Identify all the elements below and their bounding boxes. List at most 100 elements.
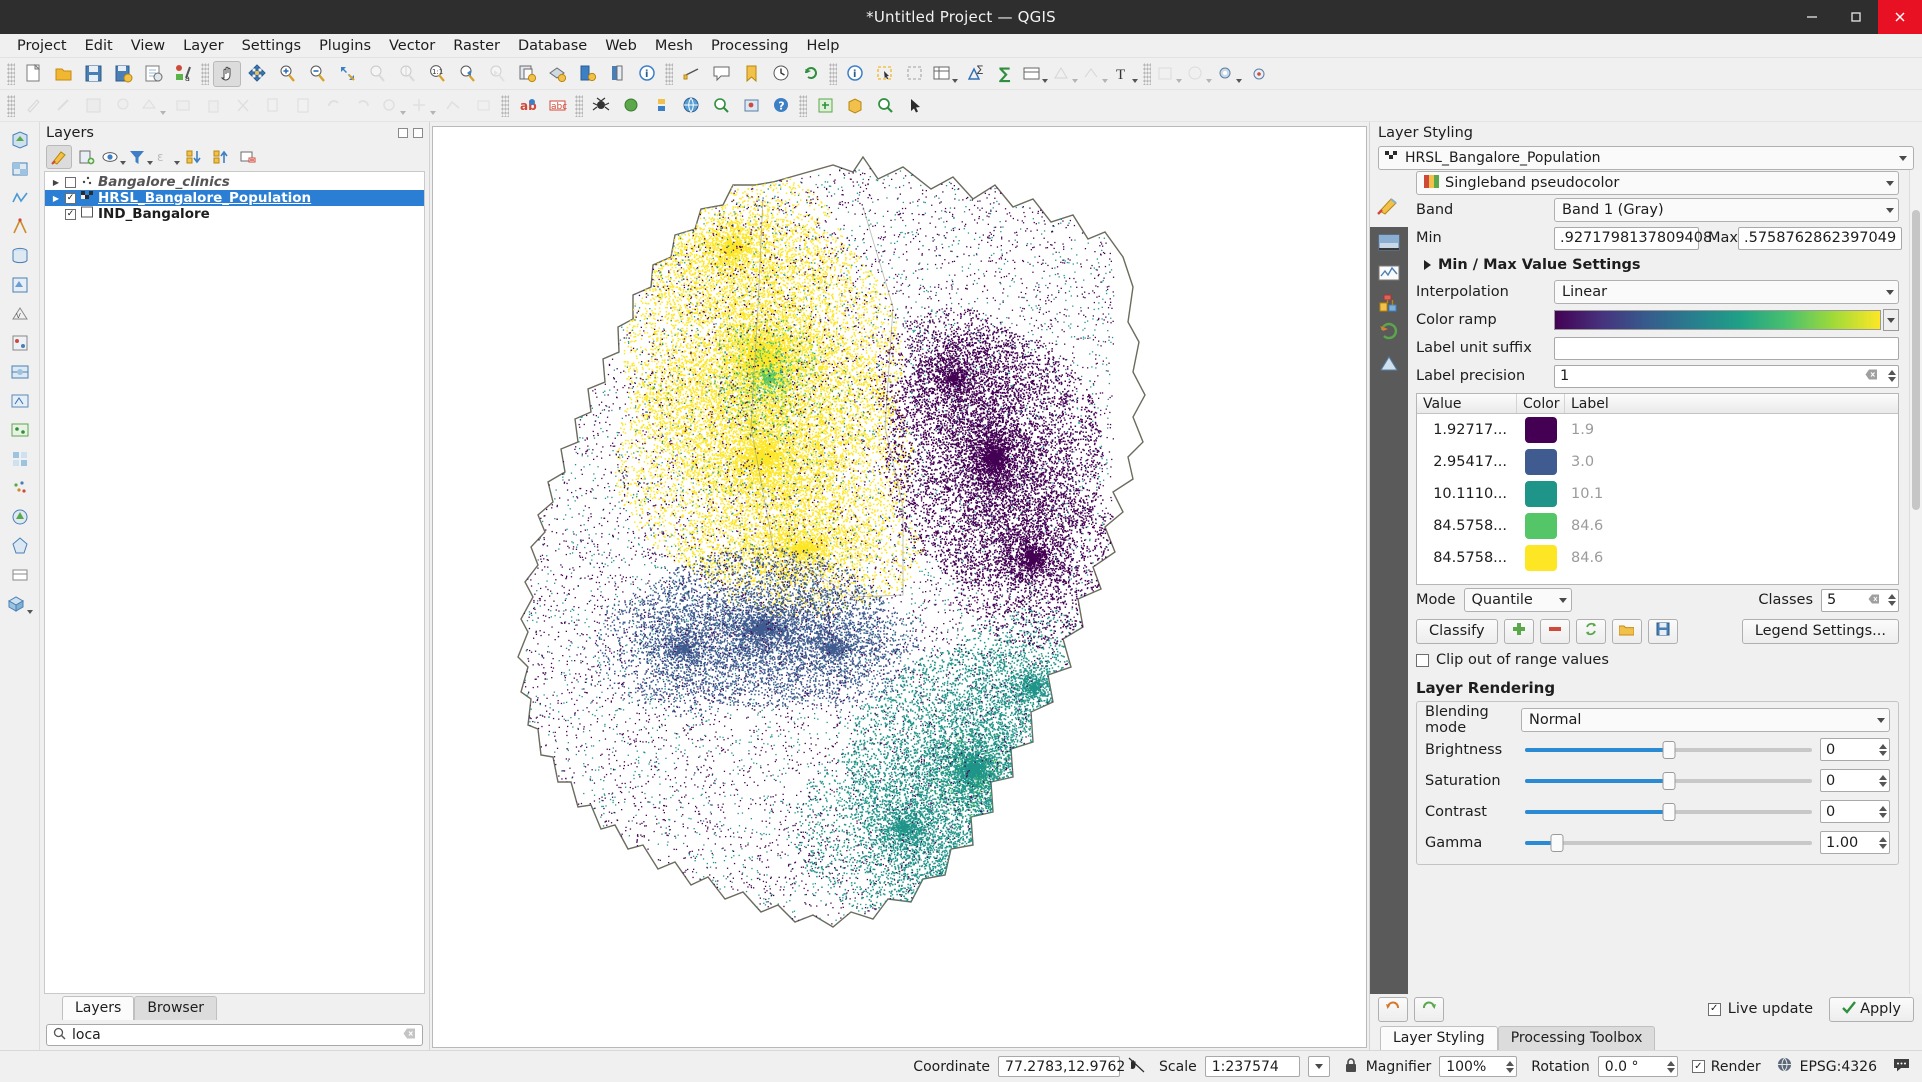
- chevron-down-icon[interactable]: [1886, 290, 1894, 295]
- manage-visibility-icon[interactable]: [100, 145, 126, 169]
- renderer-combo[interactable]: Singleband pseudocolor: [1416, 171, 1899, 195]
- save-project-icon[interactable]: [79, 61, 107, 87]
- toolbar2-grip[interactable]: [7, 95, 15, 117]
- menu-plugins[interactable]: Plugins: [310, 36, 380, 56]
- new-map-view-icon[interactable]: [513, 61, 541, 87]
- add-mesh-layer-icon[interactable]: [5, 184, 35, 212]
- save-project-as-icon[interactable]: [109, 61, 137, 87]
- expand-arrow-icon[interactable]: ▶: [51, 178, 61, 187]
- cell-color[interactable]: [1517, 545, 1565, 571]
- layer-row[interactable]: ▶ ✓ HRSL_Bangalore_Population: [45, 190, 424, 206]
- scale-dropdown-button[interactable]: [1308, 1056, 1330, 1077]
- classes-input[interactable]: 5: [1821, 589, 1899, 612]
- spinner-arrows[interactable]: [1667, 1061, 1675, 1073]
- add-raster-layer-icon[interactable]: [5, 155, 35, 183]
- menu-raster[interactable]: Raster: [444, 36, 509, 56]
- band-combo[interactable]: Band 1 (Gray): [1554, 198, 1899, 222]
- measure-line-icon[interactable]: [677, 61, 705, 87]
- new-shapefile-icon[interactable]: [1051, 61, 1079, 87]
- menu-web[interactable]: Web: [596, 36, 646, 56]
- add-group-icon[interactable]: [73, 145, 99, 169]
- table-row[interactable]: 84.5758... 84.6: [1417, 510, 1898, 542]
- brightness-slider[interactable]: [1525, 741, 1812, 759]
- web-plugin-icon[interactable]: [677, 93, 705, 119]
- render-toggle[interactable]: ✓ Render: [1692, 1059, 1761, 1075]
- live-update-row[interactable]: ✓ Live update: [1708, 1001, 1813, 1017]
- render-checkbox[interactable]: ✓: [1692, 1060, 1705, 1073]
- clear-icon[interactable]: [1865, 368, 1878, 384]
- vertex-tool-icon[interactable]: [1081, 61, 1109, 87]
- rotate-feature-icon[interactable]: [379, 93, 407, 119]
- toolbar-grip-5[interactable]: [1143, 63, 1151, 85]
- chevron-down-icon[interactable]: [1886, 208, 1894, 213]
- gamma-spinbox[interactable]: 1.00: [1820, 831, 1890, 854]
- crs-label[interactable]: EPSG:4326: [1800, 1059, 1877, 1075]
- styling-scrollbar[interactable]: [1909, 170, 1922, 994]
- tab-layers[interactable]: Layers: [62, 996, 134, 1020]
- temporal-tab-icon[interactable]: [1370, 318, 1408, 348]
- add-wcs-layer-icon[interactable]: [5, 387, 35, 415]
- help-icon[interactable]: ?: [767, 93, 795, 119]
- menu-edit[interactable]: Edit: [76, 36, 122, 56]
- show-table-icon[interactable]: [1021, 61, 1049, 87]
- cell-color[interactable]: [1517, 513, 1565, 539]
- add-ms-sql-layer-icon[interactable]: V: [5, 300, 35, 328]
- add-vector-layer-icon[interactable]: [5, 126, 35, 154]
- layer-visibility-checkbox[interactable]: [65, 177, 76, 188]
- add-feature-icon[interactable]: [109, 93, 137, 119]
- minimize-button[interactable]: [1790, 0, 1834, 34]
- refresh-view-icon[interactable]: [573, 61, 601, 87]
- tab-layer-styling[interactable]: Layer Styling: [1380, 1026, 1498, 1050]
- add-arcgis-layer-icon[interactable]: [5, 503, 35, 531]
- transparency-tab-icon[interactable]: [1370, 228, 1408, 258]
- current-edits-icon[interactable]: [49, 93, 77, 119]
- maximize-button[interactable]: [1834, 0, 1878, 34]
- add-polygon-icon[interactable]: [139, 93, 167, 119]
- clip-out-of-range-row[interactable]: Clip out of range values: [1416, 647, 1899, 673]
- label-toggle-icon[interactable]: ab: [513, 93, 541, 119]
- spinner-arrows[interactable]: [1879, 744, 1887, 756]
- scrollbar-thumb[interactable]: [1912, 210, 1920, 510]
- zoom-native-icon[interactable]: 1:1: [423, 61, 451, 87]
- scale-input[interactable]: 1:237574: [1205, 1056, 1300, 1077]
- color-ramp-menu-button[interactable]: [1883, 309, 1899, 331]
- max-input[interactable]: .5758762862397049: [1738, 227, 1902, 250]
- zoom-next-icon[interactable]: [483, 61, 511, 87]
- menu-processing[interactable]: Processing: [702, 36, 797, 56]
- delete-selected-icon[interactable]: [199, 93, 227, 119]
- open-layer-styling-icon[interactable]: [46, 145, 72, 169]
- new-3d-view-icon[interactable]: [543, 61, 571, 87]
- label-options-icon[interactable]: abc: [543, 93, 571, 119]
- spinner-arrows[interactable]: [1879, 837, 1887, 849]
- close-button[interactable]: [1878, 0, 1922, 34]
- layer-row[interactable]: ▶ Bangalore_clinics: [45, 174, 424, 190]
- menu-vector[interactable]: Vector: [380, 36, 444, 56]
- toggle-editing-icon[interactable]: [19, 93, 47, 119]
- layer-visibility-checkbox[interactable]: ✓: [65, 193, 76, 204]
- color-ramp-preview[interactable]: [1554, 310, 1881, 330]
- cell-color[interactable]: [1517, 481, 1565, 507]
- new-project-icon[interactable]: [19, 61, 47, 87]
- zoom-out-icon[interactable]: [303, 61, 331, 87]
- temporal-controller-icon[interactable]: [767, 61, 795, 87]
- plugin-manager-icon[interactable]: [811, 93, 839, 119]
- saturation-spinbox[interactable]: 0: [1820, 769, 1890, 792]
- toolbar2-grip-4[interactable]: [799, 95, 807, 117]
- zoom-to-selection-icon[interactable]: [363, 61, 391, 87]
- cut-features-icon[interactable]: [229, 93, 257, 119]
- menu-settings[interactable]: Settings: [233, 36, 310, 56]
- contrast-spinbox[interactable]: 0: [1820, 800, 1890, 823]
- save-layer-edits-icon[interactable]: [79, 93, 107, 119]
- menu-mesh[interactable]: Mesh: [646, 36, 702, 56]
- edit-geometry-icon[interactable]: [1155, 61, 1183, 87]
- modify-attributes-icon[interactable]: [1185, 61, 1213, 87]
- legend-settings-button[interactable]: Legend Settings...: [1742, 619, 1899, 644]
- add-oracle-layer-icon[interactable]: [5, 329, 35, 357]
- identify-features-icon[interactable]: i: [633, 61, 661, 87]
- collapse-all-icon[interactable]: [208, 145, 234, 169]
- pan-map-icon[interactable]: [213, 61, 241, 87]
- classify-button[interactable]: Classify: [1416, 619, 1498, 644]
- toolbar-grip-3[interactable]: [665, 63, 673, 85]
- zoom-full-icon[interactable]: [333, 61, 361, 87]
- layers-panel-close-button[interactable]: [413, 128, 423, 138]
